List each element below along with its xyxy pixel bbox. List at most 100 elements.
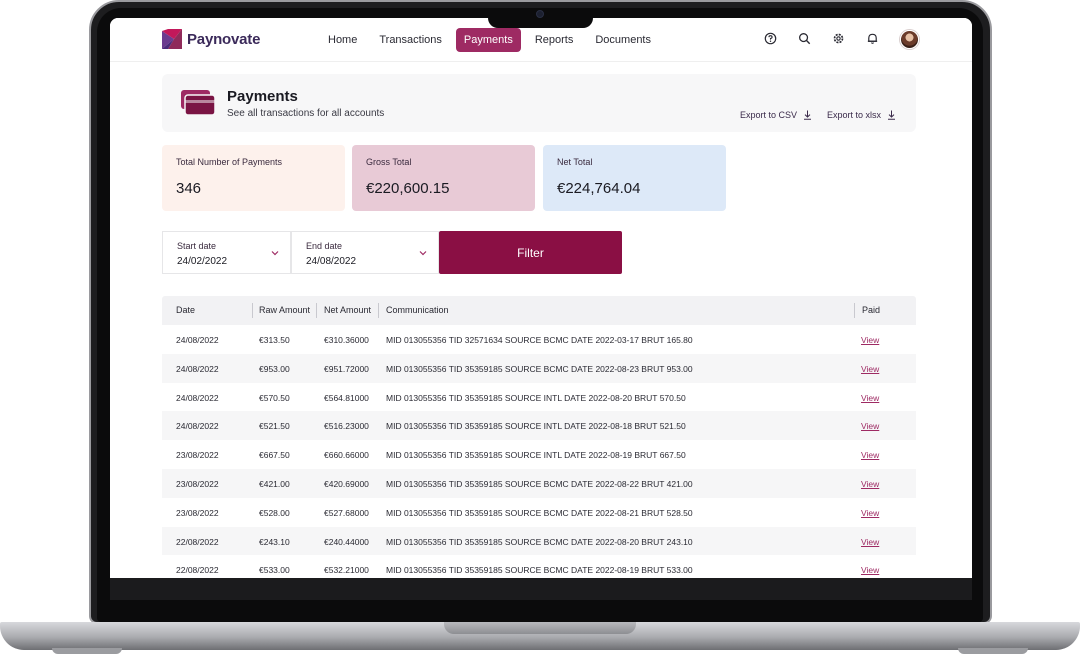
- cell-raw-amount: €528.00: [259, 507, 290, 518]
- table-row: 24/08/2022 €953.00 €951.72000 MID 013055356…: [162, 353, 916, 383]
- view-link[interactable]: View: [861, 421, 879, 431]
- cell-date: 22/08/2022: [176, 536, 219, 547]
- page-title: Payments: [227, 88, 298, 105]
- export-xlsx-button[interactable]: Export to xlsx: [827, 110, 896, 120]
- start-date-label: Start date: [177, 241, 217, 251]
- cell-raw-amount: €667.50: [259, 450, 290, 461]
- cell-net-amount: €516.23000: [324, 421, 369, 432]
- bell-icon[interactable]: [864, 30, 880, 46]
- filter-row: Start date 24/02/2022 End date 24/08/202…: [162, 231, 622, 274]
- main-nav: Home Transactions Payments Reports Documents: [320, 28, 659, 52]
- toolbar-icons: [762, 30, 880, 46]
- view-link[interactable]: View: [861, 364, 879, 374]
- table-row: 23/08/2022 €667.50 €660.66000 MID 013055356…: [162, 440, 916, 469]
- view-link[interactable]: View: [861, 479, 879, 489]
- view-link[interactable]: View: [861, 565, 879, 575]
- table-row: 24/08/2022 €570.50 €564.81000 MID 013055356…: [162, 383, 916, 412]
- start-date-picker[interactable]: Start date 24/02/2022: [162, 231, 291, 274]
- nav-item-payments[interactable]: Payments: [455, 28, 521, 52]
- cell-net-amount: €564.81000: [324, 392, 369, 403]
- stat-label: Net Total: [557, 157, 593, 167]
- export-csv-button[interactable]: Export to CSV: [740, 110, 812, 120]
- cell-raw-amount: €953.00: [259, 363, 290, 374]
- view-link[interactable]: View: [861, 537, 879, 547]
- stat-label: Gross Total: [366, 157, 412, 167]
- download-icon: [888, 110, 896, 120]
- start-date-value: 24/02/2022: [177, 256, 228, 267]
- export-xlsx-label: Export to xlsx: [827, 110, 882, 120]
- laptop-opening-notch: [444, 622, 636, 634]
- nav-item-transactions[interactable]: Transactions: [371, 28, 450, 52]
- end-date-label: End date: [306, 241, 343, 251]
- cell-raw-amount: €243.10: [259, 536, 290, 547]
- nav-item-home[interactable]: Home: [320, 28, 365, 52]
- cell-date: 23/08/2022: [176, 450, 219, 461]
- column-header-net-amount[interactable]: Net Amount: [324, 305, 371, 315]
- table-row: 24/08/2022 €521.50 €516.23000 MID 013055356…: [162, 411, 916, 441]
- cell-raw-amount: €533.00: [259, 565, 290, 576]
- column-divider: [252, 303, 253, 318]
- cell-communication: MID 013055356 TID 35359185 SOURCE BCMC D…: [386, 478, 693, 489]
- download-icon: [804, 110, 812, 120]
- cell-communication: MID 013055356 TID 35359185 SOURCE INTL D…: [386, 421, 686, 432]
- cell-net-amount: €310.36000: [324, 335, 369, 345]
- view-link[interactable]: View: [861, 393, 879, 403]
- logo[interactable]: Paynovate: [162, 29, 260, 49]
- cell-communication: MID 013055356 TID 35359185 SOURCE BCMC D…: [386, 565, 693, 576]
- cell-date: 24/08/2022: [176, 335, 219, 345]
- end-date-value: 24/08/2022: [306, 256, 357, 267]
- gear-icon[interactable]: [830, 30, 846, 46]
- export-csv-label: Export to CSV: [740, 110, 798, 120]
- column-header-communication[interactable]: Communication: [386, 305, 449, 315]
- payments-card-icon: [181, 90, 216, 116]
- table-header: Date Raw Amount Net Amount Communication…: [162, 296, 916, 325]
- cell-net-amount: €420.69000: [324, 478, 369, 489]
- nav-item-reports[interactable]: Reports: [527, 28, 582, 52]
- nav-item-documents[interactable]: Documents: [587, 28, 659, 52]
- cell-date: 23/08/2022: [176, 478, 219, 489]
- column-header-paid[interactable]: Paid: [862, 305, 880, 315]
- screen: Paynovate Home Transactions Payments Report…: [110, 18, 972, 578]
- cell-date: 24/08/2022: [176, 363, 219, 374]
- view-link[interactable]: View: [861, 335, 879, 345]
- table-row: 23/08/2022 €421.00 €420.69000 MID 013055356…: [162, 468, 916, 498]
- avatar[interactable]: [900, 30, 919, 49]
- cell-date: 24/08/2022: [176, 392, 219, 403]
- cell-date: 22/08/2022: [176, 565, 219, 576]
- column-divider: [316, 303, 317, 318]
- cell-communication: MID 013055356 TID 35359185 SOURCE INTL D…: [386, 392, 686, 403]
- column-header-date[interactable]: Date: [176, 305, 195, 315]
- cell-communication: MID 013055356 TID 35359185 SOURCE BCMC D…: [386, 536, 693, 547]
- table-row: 22/08/2022 €243.10 €240.44000 MID 013055356…: [162, 526, 916, 556]
- end-date-picker[interactable]: End date 24/08/2022: [291, 231, 439, 274]
- filter-button[interactable]: Filter: [439, 231, 622, 274]
- table-row: 22/08/2022 €533.00 €532.21000 MID 013055356…: [162, 555, 916, 578]
- camera-icon: [536, 10, 544, 18]
- cell-communication: MID 013055356 TID 32571634 SOURCE BCMC D…: [386, 335, 693, 345]
- cell-net-amount: €240.44000: [324, 536, 369, 547]
- chevron-down-icon: [419, 251, 427, 256]
- cell-communication: MID 013055356 TID 35359185 SOURCE BCMC D…: [386, 363, 693, 374]
- cell-net-amount: €660.66000: [324, 450, 369, 461]
- view-link[interactable]: View: [861, 450, 879, 460]
- search-icon[interactable]: [796, 30, 812, 46]
- screen-chin: [110, 578, 972, 600]
- column-header-raw-amount[interactable]: Raw Amount: [259, 305, 310, 315]
- app-window: Paynovate Home Transactions Payments Report…: [110, 18, 972, 578]
- column-divider: [854, 303, 855, 318]
- laptop-foot: [52, 648, 122, 654]
- logo-text: Paynovate: [187, 30, 261, 48]
- cell-net-amount: €951.72000: [324, 363, 369, 374]
- page-header: Payments See all transactions for all ac…: [162, 74, 916, 132]
- cell-raw-amount: €521.50: [259, 421, 290, 432]
- view-link[interactable]: View: [861, 508, 879, 518]
- stat-card-total-payments: Total Number of Payments 346: [162, 145, 345, 211]
- chevron-down-icon: [271, 251, 279, 256]
- cell-net-amount: €527.68000: [324, 507, 369, 518]
- help-icon[interactable]: [762, 30, 778, 46]
- stat-card-gross-total: Gross Total €220,600.15: [352, 145, 535, 211]
- stat-value: €224,764.04: [557, 180, 641, 197]
- table-row: 24/08/2022 €313.50 €310.36000 MID 013055356…: [162, 325, 916, 354]
- column-divider: [378, 303, 379, 318]
- table-body: 24/08/2022 €313.50 €310.36000 MID 013055356…: [162, 325, 916, 578]
